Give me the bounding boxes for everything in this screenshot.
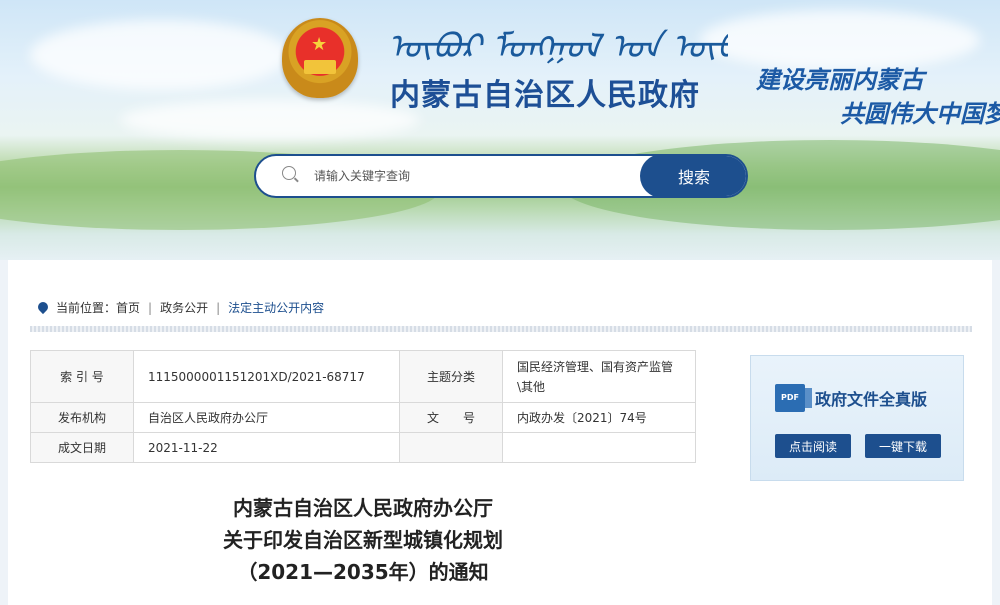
- content-panel: 当前位置： 首页 | 政务公开 | 法定主动公开内容 索 引 号 1115000…: [8, 260, 992, 605]
- table-row: 发布机构 自治区人民政府办公厅 文 号 内政办发〔2021〕74号: [30, 402, 696, 433]
- docno-value: 内政办发〔2021〕74号: [502, 402, 696, 433]
- empty-cell: [399, 432, 503, 463]
- pdf-icon: PDF: [775, 384, 812, 412]
- read-button[interactable]: 点击阅读: [775, 434, 851, 458]
- document-title-line2: 关于印发自治区新型城镇化规划: [223, 528, 503, 552]
- index-value: 1115000001151201XD/2021-68717: [133, 350, 400, 403]
- search-button[interactable]: 搜索: [640, 156, 746, 196]
- table-row: 成文日期 2021-11-22: [30, 432, 696, 463]
- table-row: 索 引 号 1115000001151201XD/2021-68717 主题分类…: [30, 350, 696, 403]
- docno-label: 文 号: [399, 402, 503, 433]
- divider: [30, 326, 972, 332]
- search-input[interactable]: [314, 156, 634, 196]
- date-label: 成文日期: [30, 432, 134, 463]
- breadcrumb-separator: |: [148, 300, 153, 315]
- document-meta-table: 索 引 号 1115000001151201XD/2021-68717 主题分类…: [30, 350, 696, 463]
- breadcrumb-current[interactable]: 法定主动公开内容: [228, 299, 324, 316]
- full-text-version-box: PDF 政府文件全真版 点击阅读 一键下载: [750, 355, 964, 481]
- breadcrumb-government-affairs[interactable]: 政务公开: [160, 299, 208, 316]
- breadcrumb-home[interactable]: 首页: [116, 299, 140, 316]
- publisher-label: 发布机构: [30, 402, 134, 433]
- full-text-title: 政府文件全真版: [815, 390, 928, 409]
- location-pin-icon: [38, 302, 48, 314]
- topic-label: 主题分类: [399, 350, 503, 403]
- download-button[interactable]: 一键下载: [865, 434, 941, 458]
- header-banner: ★ ᠦᠪᠦᠷ ᠮᠣᠩᠭᠣᠯ ᠤᠨ ᠥᠪᠡᠷᠲᠡᠭᠡᠨ ᠵᠠᠰᠠᠬᠤ 内蒙古自治区…: [0, 0, 1000, 260]
- cloud-decoration: [30, 20, 290, 90]
- publisher-value: 自治区人民政府办公厅: [133, 402, 400, 433]
- slogan-line1: 建设亮丽内蒙古: [756, 65, 924, 94]
- slogan-line2: 共圆伟大中国梦: [840, 99, 1000, 128]
- topic-value: 国民经济管理、国有资产监管\其他: [502, 350, 696, 403]
- breadcrumb: 当前位置： 首页 | 政务公开 | 法定主动公开内容: [38, 299, 324, 316]
- mongolian-title: ᠦᠪᠦᠷ ᠮᠣᠩᠭᠣᠯ ᠤᠨ ᠥᠪᠡᠷᠲᠡᠭᠡᠨ ᠵᠠᠰᠠᠬᠤ: [388, 27, 728, 64]
- search-bar: 搜索: [254, 154, 748, 198]
- search-icon: [282, 166, 296, 180]
- empty-cell: [502, 432, 696, 463]
- index-label: 索 引 号: [30, 350, 134, 403]
- document-title: 内蒙古自治区人民政府办公厅 关于印发自治区新型城镇化规划 （2021—2035年…: [30, 492, 696, 588]
- national-emblem-icon: ★: [282, 18, 358, 98]
- date-value: 2021-11-22: [133, 432, 400, 463]
- document-title-line1: 内蒙古自治区人民政府办公厅: [233, 496, 493, 520]
- breadcrumb-prefix: 当前位置：: [56, 301, 117, 315]
- document-title-line3: （2021—2035年）的通知: [237, 560, 489, 584]
- cloud-decoration: [120, 100, 420, 140]
- breadcrumb-separator: |: [216, 300, 221, 315]
- site-title[interactable]: 内蒙古自治区人民政府: [390, 70, 700, 114]
